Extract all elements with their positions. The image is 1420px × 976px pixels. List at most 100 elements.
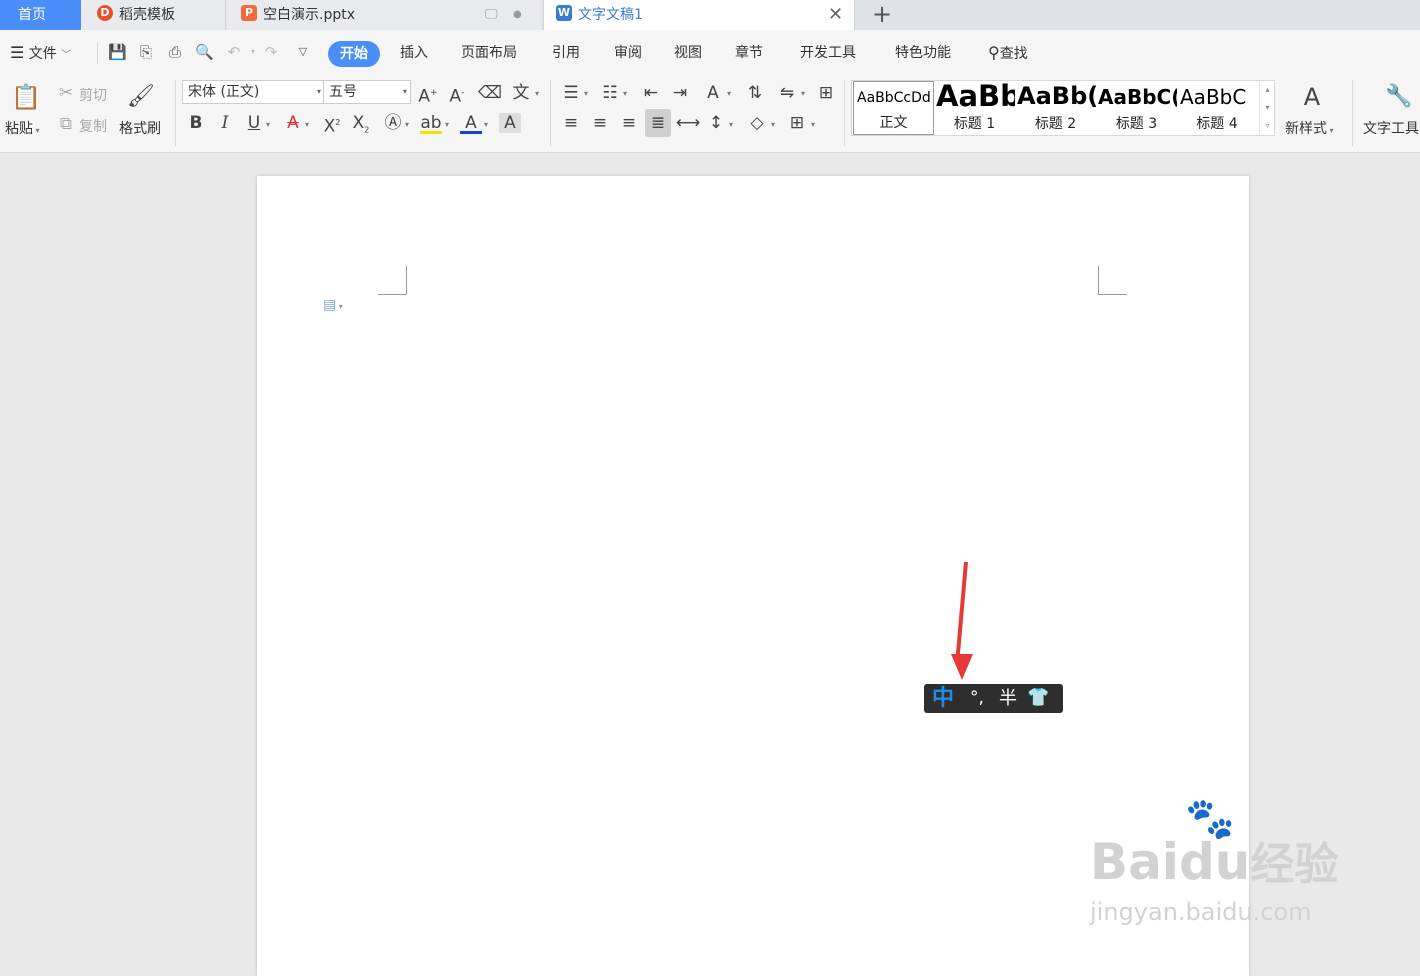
chevron-down-icon[interactable]: ▾: [771, 120, 775, 129]
format-painter-icon[interactable]: 🖌: [127, 82, 155, 112]
bullet-list-icon[interactable]: ☰: [560, 83, 582, 103]
menu-section[interactable]: 章节: [735, 30, 763, 76]
menu-review[interactable]: 审阅: [614, 30, 642, 76]
chevron-down-icon[interactable]: ▾: [729, 120, 733, 129]
borders-icon[interactable]: ⊞: [786, 113, 808, 133]
style-heading-2[interactable]: AaBb( 标题 2: [1015, 81, 1096, 135]
new-style-button[interactable]: 新样式 ▾: [1285, 118, 1334, 138]
margin-mark-top-left: [378, 266, 407, 295]
skin-shirt-icon[interactable]: 👕: [1027, 687, 1049, 708]
subscript-icon[interactable]: X2: [350, 113, 372, 140]
chevron-down-icon[interactable]: ▾: [584, 89, 588, 98]
style-gallery-scroll[interactable]: ▴ ▾ ▿: [1259, 81, 1275, 135]
chevron-down-icon[interactable]: ▾: [811, 120, 815, 129]
undo-icon[interactable]: ↶: [225, 43, 243, 61]
style-heading-3[interactable]: AaBbC( 标题 3: [1096, 81, 1177, 135]
grow-font-icon[interactable]: A+: [417, 83, 439, 107]
redo-icon[interactable]: ↷: [262, 43, 280, 61]
text-direction-icon[interactable]: A: [702, 83, 724, 103]
font-size-select[interactable]: 五号 ▾: [323, 80, 411, 104]
search-button[interactable]: ⚲查找: [988, 30, 1028, 76]
wrench-icon[interactable]: 🔧: [1384, 82, 1414, 112]
customize-toolbar-icon[interactable]: ▽: [294, 43, 312, 61]
menu-page-layout[interactable]: 页面布局: [461, 30, 517, 76]
chevron-down-icon[interactable]: ▾: [623, 89, 627, 98]
char-shading-icon[interactable]: A: [499, 113, 521, 133]
close-tab-icon[interactable]: ✕: [828, 0, 843, 30]
copy-icon[interactable]: ⧉: [55, 114, 77, 134]
increase-indent-icon[interactable]: ⇥: [669, 83, 691, 103]
superscript-icon[interactable]: X2: [321, 113, 343, 137]
paste-label: 粘贴: [5, 121, 33, 137]
table-icon[interactable]: ⊞: [815, 83, 837, 103]
chevron-down-icon[interactable]: ▾: [727, 89, 731, 98]
ime-punctuation-toggle[interactable]: °,: [970, 684, 984, 713]
paragraph-menu-icon[interactable]: ▤ ▾: [323, 297, 343, 313]
ime-mode-toggle[interactable]: 中: [932, 684, 954, 713]
scissors-icon[interactable]: ✂: [55, 83, 77, 103]
highlight-icon[interactable]: ab: [420, 113, 442, 134]
chevron-down-icon[interactable]: ▾: [445, 120, 449, 129]
chevron-down-icon: ▾: [316, 87, 321, 96]
tab-document[interactable]: W 文字文稿1 ✕: [543, 0, 855, 30]
font-name-select[interactable]: 宋体 (正文) ▾: [182, 80, 325, 104]
chevron-down-icon[interactable]: ▾: [535, 89, 539, 98]
ime-status-bar[interactable]: 中 °, 半 👕: [924, 684, 1063, 713]
decrease-indent-icon[interactable]: ⇤: [640, 83, 662, 103]
shading-icon[interactable]: ◇: [746, 113, 768, 133]
bold-icon[interactable]: B: [185, 113, 207, 133]
cut-button[interactable]: 剪切: [79, 85, 107, 105]
format-icon[interactable]: ⎘: [137, 43, 155, 61]
numbered-list-icon[interactable]: ☷: [599, 83, 621, 103]
tab-daoke-templates[interactable]: D 稻壳模板: [81, 0, 226, 30]
shrink-font-icon[interactable]: A-: [446, 83, 468, 107]
chevron-down-icon[interactable]: ▾: [484, 120, 488, 129]
copy-button[interactable]: 复制: [79, 116, 107, 136]
style-sample: AaBbC: [1180, 85, 1247, 109]
phonetic-guide-icon[interactable]: 文: [510, 83, 532, 103]
tab-doc-label: 文字文稿1: [578, 7, 643, 23]
format-painter-button[interactable]: 格式刷: [119, 118, 161, 138]
chevron-down-icon[interactable]: ▾: [266, 120, 270, 129]
chevron-down-icon[interactable]: ▾: [305, 120, 309, 129]
tab-presentation[interactable]: P 空白演示.pptx 🖵 ●: [227, 0, 541, 30]
text-effect-icon[interactable]: Ⓐ: [382, 113, 404, 133]
line-spacing-icon[interactable]: ↕: [705, 113, 727, 133]
align-left-icon[interactable]: ≡: [560, 113, 582, 133]
save-icon[interactable]: 💾: [108, 43, 127, 61]
menu-references[interactable]: 引用: [552, 30, 580, 76]
font-color-icon[interactable]: A: [460, 113, 482, 134]
distributed-icon[interactable]: ⟷: [676, 113, 700, 133]
file-menu[interactable]: ☰ 文件 ﹀: [10, 30, 71, 76]
paste-button[interactable]: 粘贴 ▾: [5, 118, 40, 138]
text-tools-button[interactable]: 文字工具: [1363, 118, 1419, 138]
strikethrough-icon[interactable]: A: [282, 113, 304, 133]
menu-insert[interactable]: 插入: [400, 30, 428, 76]
sort-icon[interactable]: ⇅: [744, 83, 766, 103]
menu-view[interactable]: 视图: [674, 30, 702, 76]
undo-dropdown-icon[interactable]: ▾: [244, 43, 262, 61]
style-heading-1[interactable]: AaBb 标题 1: [934, 81, 1015, 135]
tab-home[interactable]: 首页: [0, 0, 81, 30]
underline-icon[interactable]: U: [243, 113, 265, 133]
monitor-icon[interactable]: 🖵: [485, 0, 498, 30]
clear-format-icon[interactable]: ⌫: [478, 83, 502, 103]
style-normal[interactable]: AaBbCcDd 正文: [853, 81, 934, 135]
justify-icon[interactable]: ≣: [645, 109, 671, 137]
menu-developer[interactable]: 开发工具: [800, 30, 856, 76]
align-right-icon[interactable]: ≡: [618, 113, 640, 133]
new-tab-button[interactable]: +: [872, 0, 892, 30]
ime-width-toggle[interactable]: 半: [999, 684, 1017, 713]
style-heading-4[interactable]: AaBbC 标题 4: [1177, 81, 1257, 135]
print-preview-icon[interactable]: 🔍: [195, 43, 214, 61]
paste-icon[interactable]: 📋: [11, 82, 41, 112]
chevron-down-icon[interactable]: ▾: [801, 89, 805, 98]
print-icon[interactable]: ⎙: [166, 43, 184, 61]
chevron-down-icon[interactable]: ▾: [405, 120, 409, 129]
menu-special-features[interactable]: 特色功能: [895, 30, 951, 76]
align-center-icon[interactable]: ≡: [589, 113, 611, 133]
menu-start[interactable]: 开始: [328, 41, 380, 67]
new-style-icon[interactable]: A: [1297, 82, 1327, 112]
line-spacing-swap-icon[interactable]: ⇋: [776, 83, 798, 103]
italic-icon[interactable]: I: [214, 113, 236, 133]
